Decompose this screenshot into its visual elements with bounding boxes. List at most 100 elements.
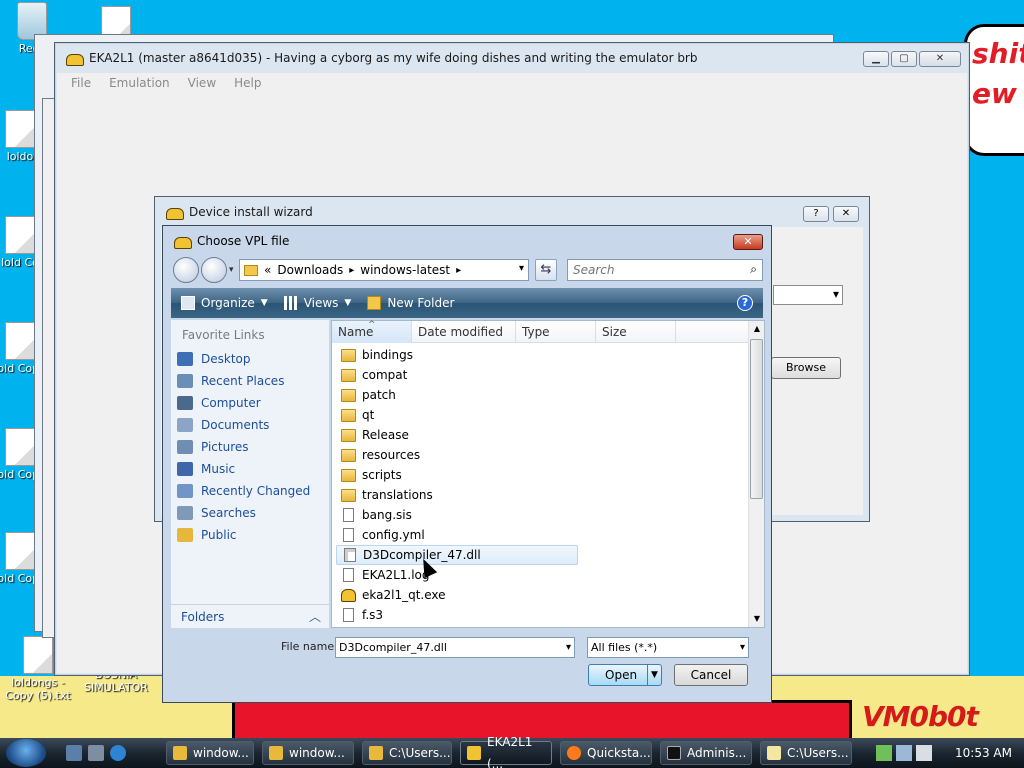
favorite-link-recently-changed[interactable]: Recently Changed xyxy=(171,480,329,502)
address-overflow[interactable]: « xyxy=(264,263,271,277)
recent-pages-chevron-icon[interactable]: ▾ xyxy=(229,265,234,275)
list-item-selected[interactable]: D3Dcompiler_47.dll xyxy=(336,545,578,565)
column-type[interactable]: Type xyxy=(516,321,596,343)
help-button[interactable]: ? xyxy=(737,295,753,311)
documents-icon xyxy=(177,418,193,432)
menu-help[interactable]: Help xyxy=(234,76,261,90)
clock[interactable]: 10:53 AM xyxy=(955,746,1012,760)
menu-view[interactable]: View xyxy=(188,76,216,90)
breadcrumb-separator-icon[interactable]: ▸ xyxy=(349,265,354,276)
folders-toggle[interactable]: Folders ︿ xyxy=(171,604,329,628)
refresh-button[interactable]: ⇆ xyxy=(535,259,557,281)
dialog-titlebar[interactable]: Choose VPL file xyxy=(173,234,289,249)
list-item[interactable]: EKA2L1.log xyxy=(336,565,578,585)
taskbar-button-window-1[interactable]: window... xyxy=(166,741,254,765)
taskbar-button-users-2[interactable]: C:\Users... xyxy=(760,741,852,765)
file-list-scrollbar[interactable]: ▲ ▼ xyxy=(748,321,764,627)
taskbar-button-eka2l1[interactable]: EKA2L1 (... xyxy=(460,735,552,768)
menu-file[interactable]: File xyxy=(71,76,91,90)
search-box[interactable]: ⌕ xyxy=(567,259,763,281)
list-item[interactable]: scripts xyxy=(336,465,578,485)
favorite-link-searches[interactable]: Searches xyxy=(171,502,329,524)
breadcrumb-downloads[interactable]: Downloads xyxy=(277,263,343,277)
menu-emulation[interactable]: Emulation xyxy=(109,76,170,90)
pictures-icon xyxy=(177,440,193,454)
address-bar[interactable]: « Downloads ▸ windows-latest ▸ ▾ xyxy=(239,259,529,281)
browse-button[interactable]: Browse xyxy=(771,357,841,379)
chevron-down-icon[interactable]: ▾ xyxy=(566,638,571,657)
favorite-link-public[interactable]: Public xyxy=(171,524,329,546)
minimize-button[interactable]: ▁ xyxy=(863,51,889,67)
list-item[interactable]: config.yml xyxy=(336,525,578,545)
file-name-value[interactable]: D3Dcompiler_47.dll xyxy=(339,641,447,654)
file-icon xyxy=(343,608,354,622)
list-item[interactable]: translations xyxy=(336,485,578,505)
new-folder-button[interactable]: New Folder xyxy=(367,296,454,310)
views-button[interactable]: Views ▼ xyxy=(283,296,351,310)
file-type-select[interactable]: All files (*.*) ▾ xyxy=(587,637,749,658)
breadcrumb-separator-icon[interactable]: ▸ xyxy=(456,265,461,276)
scroll-down-icon[interactable]: ▼ xyxy=(749,611,765,627)
wizard-help-button[interactable]: ? xyxy=(803,206,829,222)
back-button[interactable] xyxy=(173,257,199,283)
taskbar-button-quickstart[interactable]: Quicksta... xyxy=(560,741,652,765)
switch-windows-icon[interactable] xyxy=(88,745,104,761)
favorite-link-music[interactable]: Music xyxy=(171,458,329,480)
choose-vpl-file-dialog[interactable]: Choose VPL file ✕ ▾ « Downloads ▸ window… xyxy=(162,225,772,703)
taskbar-button-users-1[interactable]: C:\Users... xyxy=(362,741,452,765)
list-item[interactable]: Release xyxy=(336,425,578,445)
wizard-titlebar[interactable]: Device install wizard xyxy=(155,197,869,227)
monitor-tray-icon[interactable] xyxy=(896,745,912,761)
favorite-link-pictures[interactable]: Pictures xyxy=(171,436,329,458)
file-name-combobox[interactable]: D3Dcompiler_47.dll ▾ xyxy=(335,637,575,658)
list-item[interactable] xyxy=(336,625,578,627)
cancel-button[interactable]: Cancel xyxy=(674,664,748,686)
new-folder-label: New Folder xyxy=(387,296,455,310)
wizard-dropdown[interactable] xyxy=(773,285,843,305)
list-item[interactable]: patch xyxy=(336,385,578,405)
list-item[interactable]: f.s3 xyxy=(336,605,578,625)
open-button[interactable]: Open ▼ xyxy=(588,664,662,686)
show-desktop-icon[interactable] xyxy=(66,745,82,761)
dialog-close-button[interactable]: ✕ xyxy=(733,234,763,250)
open-split-dropdown-icon[interactable]: ▼ xyxy=(647,665,661,685)
maximize-button[interactable]: ▢ xyxy=(891,51,917,67)
list-item[interactable]: eka2l1_qt.exe xyxy=(336,585,578,605)
list-item[interactable]: bang.sis xyxy=(336,505,578,525)
favorite-link-desktop[interactable]: Desktop xyxy=(171,348,329,370)
favorite-link-label: Searches xyxy=(201,506,256,520)
list-item[interactable]: compat xyxy=(336,365,578,385)
chevron-down-icon[interactable]: ▾ xyxy=(740,638,745,657)
list-item[interactable]: resources xyxy=(336,445,578,465)
scroll-up-icon[interactable]: ▲ xyxy=(749,321,765,337)
close-button[interactable]: ✕ xyxy=(919,51,961,67)
organize-button[interactable]: Organize ▼ xyxy=(181,296,268,310)
scrollbar-thumb[interactable] xyxy=(750,339,763,499)
text-file-icon xyxy=(5,216,35,254)
forward-button[interactable] xyxy=(201,257,227,283)
search-icon[interactable]: ⌕ xyxy=(750,262,757,277)
search-input[interactable] xyxy=(568,260,738,280)
taskbar-button-window-2[interactable]: window... xyxy=(262,741,354,765)
column-date-modified[interactable]: Date modified xyxy=(412,321,516,343)
main-titlebar[interactable]: EKA2L1 (master a8641d035) - Having a cyb… xyxy=(55,43,969,73)
breadcrumb-windows-latest[interactable]: windows-latest xyxy=(360,263,450,277)
cmd-icon xyxy=(667,746,681,760)
volume-muted-icon[interactable] xyxy=(916,745,932,761)
start-button[interactable] xyxy=(6,739,46,767)
network-tray-icon[interactable] xyxy=(876,745,892,761)
internet-explorer-icon[interactable] xyxy=(110,745,126,761)
column-name[interactable]: Name xyxy=(332,314,412,343)
wizard-close-button[interactable]: ✕ xyxy=(833,206,859,222)
favorite-link-computer[interactable]: Computer xyxy=(171,392,329,414)
list-item[interactable]: qt xyxy=(336,405,578,425)
address-dropdown-icon[interactable]: ▾ xyxy=(519,263,524,274)
organize-label: Organize xyxy=(201,296,255,310)
column-size[interactable]: Size xyxy=(596,321,676,343)
wallpaper-speech-text: shit ew xyxy=(972,37,1024,110)
list-item[interactable]: bindings xyxy=(336,345,578,365)
chevron-up-icon[interactable]: ︿ xyxy=(309,608,321,625)
favorite-link-documents[interactable]: Documents xyxy=(171,414,329,436)
taskbar-button-administrator[interactable]: Adminis... xyxy=(660,741,752,765)
favorite-link-recent-places[interactable]: Recent Places xyxy=(171,370,329,392)
